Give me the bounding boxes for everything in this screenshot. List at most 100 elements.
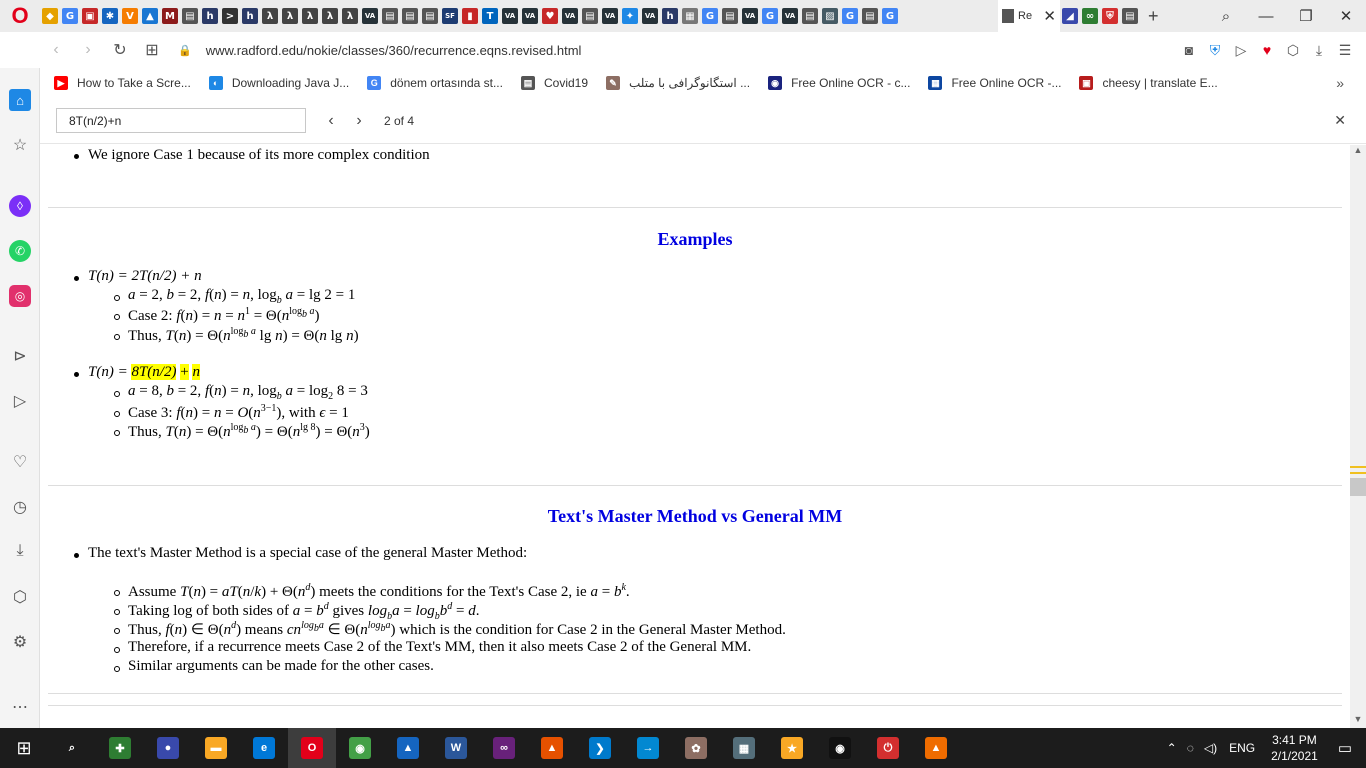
app-icon[interactable]: ▣ [82,8,98,24]
drive-icon[interactable]: ▲ [142,8,158,24]
taskbar-matlab[interactable]: ▲ [528,728,576,768]
star-outline-icon[interactable]: ☆ [9,134,31,156]
document-icon[interactable]: ▤ [422,8,438,24]
notifications-icon[interactable]: ▭ [1338,739,1352,757]
sf-icon[interactable]: SF [442,8,458,24]
easy-setup-icon[interactable]: ☰ [1332,42,1358,59]
google-icon[interactable]: G [762,8,778,24]
bookmark-item[interactable]: ▣ cheesy | translate E... [1079,76,1218,90]
extensions-cube-icon[interactable]: ⬡ [1280,42,1306,59]
tab-grid-icon[interactable]: ⊞ [136,40,168,60]
va-icon[interactable]: VA [602,8,618,24]
tum-icon[interactable]: T [482,8,498,24]
taskbar-word[interactable]: W [432,728,480,768]
v-icon[interactable]: V [122,8,138,24]
network-icon[interactable]: ◌ [1187,741,1194,755]
bookmark-item[interactable]: ◐ Downloading Java J... [208,76,349,90]
flow-send-icon[interactable]: ▷ [9,390,31,412]
settings-icon[interactable]: ⚙ [9,631,31,653]
lambda-icon[interactable]: λ [282,8,298,24]
va-icon[interactable]: VA [642,8,658,24]
opera-gx-icon[interactable]: ◆ [42,8,58,24]
taskbar-vlc[interactable]: ▲ [912,728,960,768]
google-icon[interactable]: G [882,8,898,24]
home-icon[interactable]: ⌂ [9,89,31,111]
settings-icon[interactable]: ✱ [102,8,118,24]
messenger-icon[interactable]: ◊ [9,195,31,217]
scroll-down-icon[interactable]: ▼ [1350,714,1366,728]
h-icon[interactable]: h [242,8,258,24]
bookmark-item[interactable]: ✎ استگانوگرافی با متلب ... [606,76,750,90]
va-icon[interactable]: VA [782,8,798,24]
taskbar-power-app[interactable]: ⏻ [864,728,912,768]
taskbar-vscode[interactable]: ❯ [576,728,624,768]
volume-icon[interactable]: ◁) [1204,741,1217,755]
taskbar-calculator[interactable]: ▦ [720,728,768,768]
taskbar-obs[interactable]: ◉ [816,728,864,768]
tab-icon-arc[interactable]: ◢ [1062,8,1078,24]
mit-icon[interactable]: M [162,8,178,24]
whatsapp-icon[interactable]: ✆ [9,240,31,262]
document-icon[interactable]: ▤ [582,8,598,24]
bookmark-item[interactable]: ▤ Covid19 [520,76,588,90]
va-icon[interactable]: VA [502,8,518,24]
close-window-icon[interactable]: ✕ [1326,7,1366,25]
new-tab-icon[interactable]: + [1148,6,1159,27]
player-icon[interactable]: ⊳ [9,345,31,367]
taskbar-file-explorer[interactable]: ▬ [192,728,240,768]
bookmark-item[interactable]: ◉ Free Online OCR - c... [768,76,910,90]
close-tab-icon[interactable]: ✕ [1043,7,1056,25]
tab-icon-shield[interactable]: ⛨ [1102,8,1118,24]
document-icon[interactable]: ▤ [402,8,418,24]
h-icon[interactable]: h [662,8,678,24]
more-icon[interactable]: ⋯ [9,696,31,718]
lambda-icon[interactable]: λ [302,8,318,24]
clock[interactable]: 3:41 PM 2/1/2021 [1271,732,1318,764]
restore-icon[interactable]: ❐ [1286,7,1326,25]
bookmark-item[interactable]: ▶ How to Take a Scre... [54,76,191,90]
document-icon[interactable]: ▤ [802,8,818,24]
tab-icon-document[interactable]: ▤ [1122,8,1138,24]
tray-chevron-icon[interactable]: ⌃ [1167,741,1177,755]
grid-icon[interactable]: ▦ [682,8,698,24]
google-icon[interactable]: G [62,8,78,24]
lambda-icon[interactable]: λ [322,8,338,24]
back-icon[interactable]: ‹ [40,41,72,59]
instagram-icon[interactable]: ◎ [9,285,31,307]
find-previous-icon[interactable]: ‹ [324,112,338,130]
va-icon[interactable]: VA [742,8,758,24]
bookmark-item[interactable]: ▦ Free Online OCR -... [928,76,1061,90]
opera-menu-icon[interactable]: O [0,0,40,32]
url-field[interactable]: 🔒 www.radford.edu/nokie/classes/360/recu… [178,43,581,58]
extensions-icon[interactable]: ⬡ [9,586,31,608]
taskbar-edge[interactable]: e [240,728,288,768]
taskbar-remote-desktop[interactable]: → [624,728,672,768]
document-icon[interactable]: ▤ [862,8,878,24]
heart-outline-icon[interactable]: ♡ [9,451,31,473]
language-indicator[interactable]: ENG [1229,741,1255,755]
taskbar-visual-studio[interactable]: ∞ [480,728,528,768]
h-icon[interactable]: h [202,8,218,24]
search-tabs-icon[interactable]: ⌕ [1206,8,1246,25]
adblock-shield-icon[interactable]: ⛨ [1202,42,1228,59]
taskbar-photos[interactable]: ▲ [384,728,432,768]
star-icon[interactable]: ✦ [622,8,638,24]
document-icon[interactable]: ▤ [722,8,738,24]
lambda-icon[interactable]: λ [342,8,358,24]
taskbar-opera[interactable]: O [288,728,336,768]
taskbar-search[interactable]: ⌕ [48,728,96,768]
taskbar-paint[interactable]: ✿ [672,728,720,768]
taskbar-chrome[interactable]: ◉ [336,728,384,768]
minimize-icon[interactable]: — [1246,8,1286,25]
active-tab[interactable]: Re ✕ [998,0,1060,32]
bookmark-item[interactable]: Gdönem ortasında st... [367,76,503,90]
heart-icon[interactable]: ♥ [542,8,558,24]
page-scrollbar[interactable]: ▲ ▼ [1350,145,1366,728]
heart-icon[interactable]: ♥ [1254,42,1280,58]
download-icon[interactable]: ⤓ [1306,42,1332,59]
taskbar-star-app[interactable]: ★ [768,728,816,768]
start-button[interactable]: ⊞ [0,728,48,768]
va-icon[interactable]: VA [362,8,378,24]
find-next-icon[interactable]: › [352,112,366,130]
va-icon[interactable]: VA [562,8,578,24]
